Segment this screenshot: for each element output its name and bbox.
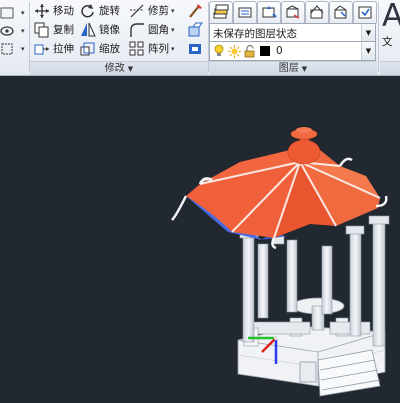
fillet-label: 圆角 [148,24,169,36]
chevron-down-icon: ▼ [127,65,134,73]
layers-panel: 未保存的图层状态 ▼ 0 ▼ 图层 ▼ [209,0,377,75]
rotate-button[interactable]: 旋转 [80,2,120,20]
ribbon: ▾ ▾ ▾ 移动 旋转 修剪 ▾ 复制 镜像 圆角 ▾ 拉伸 缩放 阵列 ▾ 修… [0,0,400,76]
layer-lock-button[interactable] [305,1,329,25]
layer-off-icon [285,4,301,23]
scale-icon [80,41,96,57]
layer-state-dropdown[interactable]: 未保存的图层状态 ▼ [209,23,376,43]
trim-icon [129,3,145,19]
modify-panel-title-text: 修改 [104,63,125,74]
copy-label: 复制 [53,24,74,36]
layer-match-icon [333,4,349,23]
chevron-down-icon: ▾ [171,7,175,15]
move-label: 移动 [53,5,74,17]
explode-button[interactable] [185,21,205,39]
layer-state-value: 未保存的图层状态 [213,27,297,40]
draw-order-button[interactable] [185,2,205,20]
layer-isolate-icon [237,4,253,23]
mirror-button[interactable]: 镜像 [80,21,120,39]
chevron-down-icon: ▼ [361,24,375,42]
layer-lock-icon [309,4,325,23]
trim-button[interactable]: 修剪 ▾ [129,2,175,20]
text-tool-label: 文 [382,36,393,48]
stretch-label: 拉伸 [53,43,74,55]
annotation-panel: A 文 [380,0,400,75]
layer-freeze-icon [261,4,277,23]
copy-icon [34,22,50,38]
rotate-label: 旋转 [99,5,120,17]
pavilion-base [237,325,386,397]
current-layer-dropdown[interactable]: 0 ▼ [209,41,376,61]
array-button[interactable]: 阵列 ▾ [129,40,175,58]
mirror-label: 镜像 [99,24,120,36]
lightbulb-icon [213,44,225,58]
layer-color-swatch [260,46,270,56]
view-tool-button[interactable]: ▾ [0,22,26,40]
scale-label: 缩放 [99,43,120,55]
annotation-panel-title[interactable] [380,61,400,75]
copy-button[interactable]: 复制 [34,21,74,39]
erase-icon [187,41,203,57]
modify-panel-title[interactable]: 修改 ▼ [30,61,208,75]
chevron-down-icon: ▼ [301,65,308,73]
text-tool-button[interactable]: A 文 [382,0,400,58]
move-icon [34,3,50,19]
layers-panel-title[interactable]: 图层 ▼ [209,61,377,75]
sun-icon [228,44,241,58]
explode-icon [187,22,203,38]
move-button[interactable]: 移动 [34,2,74,20]
layer-settings-button[interactable] [353,1,377,25]
scale-button[interactable]: 缩放 [80,40,120,58]
layers-panel-title-text: 图层 [278,63,299,74]
eye-icon [0,23,16,39]
fillet-icon [129,22,145,38]
chevron-down-icon: ▼ [361,42,375,60]
region-icon [0,41,16,57]
trim-label: 修剪 [148,5,169,17]
circle-icon [0,5,16,21]
left-partial-panel: ▾ ▾ ▾ [0,0,28,75]
region-tool-button[interactable]: ▾ [0,40,26,58]
chevron-down-icon: ▾ [171,45,175,53]
layer-freeze-button[interactable] [257,1,281,25]
layer-stack-icon [213,4,229,23]
erase-button[interactable] [185,40,205,58]
modify-panel: 移动 旋转 修剪 ▾ 复制 镜像 圆角 ▾ 拉伸 缩放 阵列 ▾ 修改 ▼ [30,0,208,75]
current-layer-value: 0 [276,45,283,57]
array-icon [129,41,145,57]
stretch-button[interactable]: 拉伸 [34,40,74,58]
chevron-down-icon: ▾ [21,45,25,53]
drawing-viewport[interactable] [0,76,400,400]
layer-properties-button[interactable] [209,1,233,25]
layer-settings-icon [357,4,373,23]
chevron-down-icon: ▾ [171,26,175,34]
mirror-icon [80,22,96,38]
array-label: 阵列 [148,43,169,55]
pavilion-3d-model [171,127,390,397]
fillet-button[interactable]: 圆角 ▾ [129,21,175,39]
big-text-icon: A [382,0,400,34]
chevron-down-icon: ▾ [21,27,25,35]
layer-off-button[interactable] [281,1,305,25]
layer-isolate-button[interactable] [233,1,257,25]
unlock-icon [244,44,256,58]
circle-tool-button[interactable]: ▾ [0,4,26,22]
rotate-icon [80,3,96,19]
stretch-icon [34,41,50,57]
separator [378,2,379,72]
brush-icon [187,3,203,19]
chevron-down-icon: ▾ [21,9,25,17]
layer-match-button[interactable] [329,1,353,25]
